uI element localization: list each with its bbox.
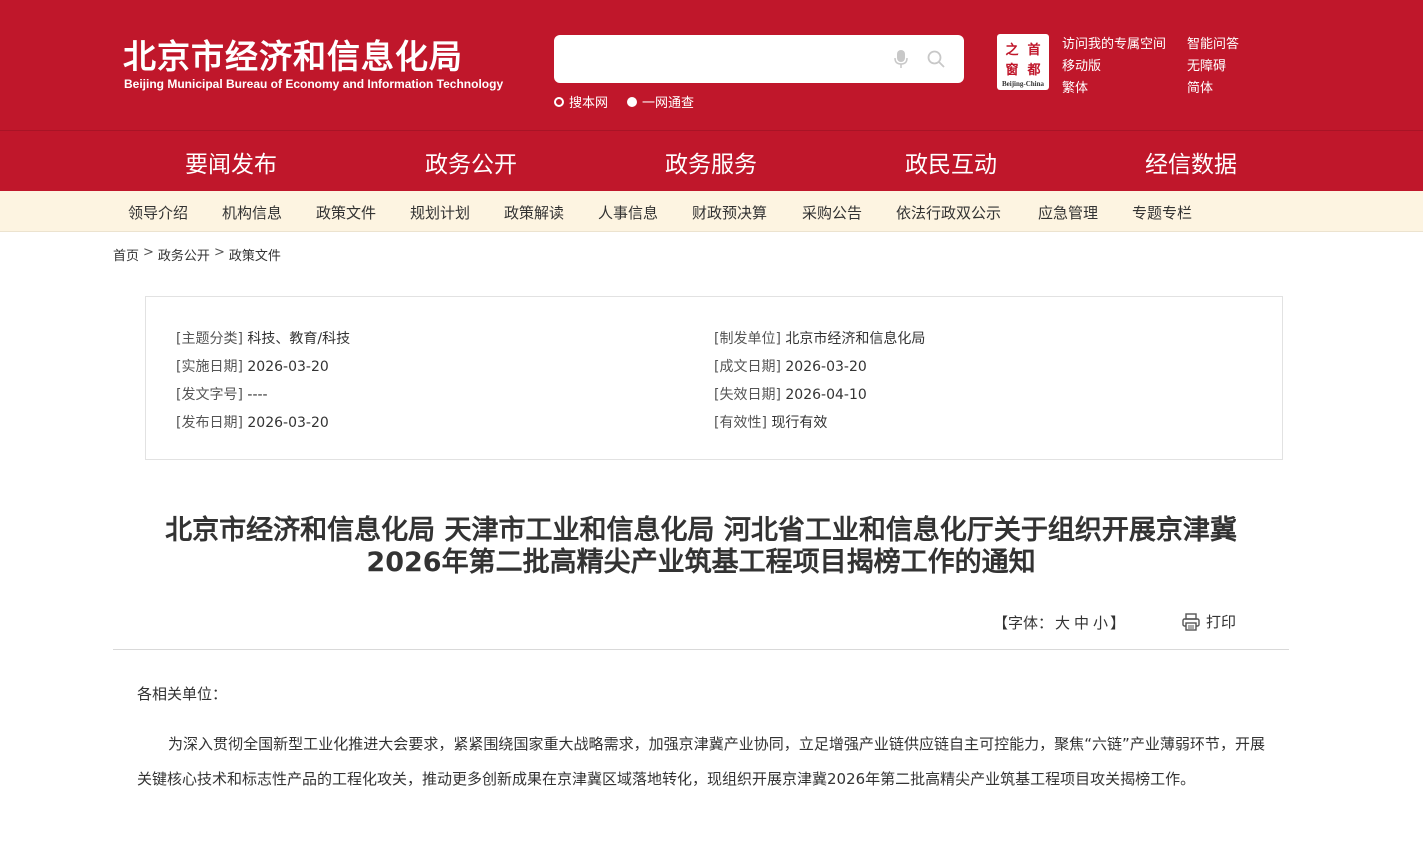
main-nav-services[interactable]: 政务服务 <box>665 145 757 179</box>
meta-value: 现行有效 <box>771 415 828 431</box>
sub-nav-item[interactable]: 应急管理 <box>1038 202 1098 223</box>
sub-nav-item[interactable]: 领导介绍 <box>128 202 188 223</box>
meta-label: [主题分类] <box>176 331 243 347</box>
seal-char: 窗 <box>1005 62 1019 78</box>
my-space-link[interactable]: 访问我的专属空间 <box>1062 33 1166 52</box>
title-divider <box>113 649 1289 650</box>
meta-label: [实施日期] <box>176 359 243 375</box>
breadcrumb: 首页 > 政务公开 > 政策文件 <box>113 245 281 264</box>
sub-nav: 领导介绍 机构信息 政策文件 规划计划 政策解读 人事信息 财政预决算 采购公告… <box>0 191 1423 232</box>
meta-value: 2026-03-20 <box>247 359 329 375</box>
main-nav-data[interactable]: 经信数据 <box>1145 145 1237 179</box>
radio-dot-icon <box>627 96 637 107</box>
sub-nav-item[interactable]: 依法行政双公示 <box>896 202 1001 223</box>
meta-issuer: [制发单位] 北京市经济和信息化局 <box>714 328 925 348</box>
seal-char: 都 <box>1027 62 1041 78</box>
capital-window-logo[interactable]: 之 首 窗 都 Beijing-China <box>997 34 1049 90</box>
smart-qa-link[interactable]: 智能问答 <box>1187 33 1239 52</box>
breadcrumb-home[interactable]: 首页 <box>113 245 139 264</box>
scope-all-network-radio[interactable]: 一网通查 <box>627 92 694 111</box>
traditional-chinese-link[interactable]: 繁体 <box>1062 77 1088 96</box>
font-large-button[interactable]: 大 <box>1055 614 1070 632</box>
sub-nav-item[interactable]: 专题专栏 <box>1132 202 1192 223</box>
breadcrumb-gov-affairs[interactable]: 政务公开 <box>158 245 210 264</box>
font-size-suffix: 】 <box>1110 614 1126 632</box>
simplified-chinese-link[interactable]: 简体 <box>1187 77 1213 96</box>
meta-label: [成文日期] <box>714 359 781 375</box>
scope-this-site-label: 搜本网 <box>569 96 609 111</box>
main-nav: 要闻发布 政务公开 政务服务 政民互动 经信数据 <box>0 130 1423 196</box>
sub-nav-item[interactable]: 政策文件 <box>316 202 376 223</box>
radio-dot-icon <box>554 96 564 107</box>
capital-window-seal: 之 首 窗 都 <box>1001 38 1045 78</box>
document-meta-box: [主题分类] 科技、教育/科技 [制发单位] 北京市经济和信息化局 [实施日期]… <box>145 296 1283 460</box>
sub-nav-item[interactable]: 采购公告 <box>802 202 862 223</box>
capital-window-caption: Beijing-China <box>1001 80 1044 88</box>
sub-nav-item[interactable]: 财政预决算 <box>692 202 767 223</box>
printer-icon <box>1182 612 1200 631</box>
site-logo-title[interactable]: 北京市经济和信息化局 <box>123 30 463 78</box>
font-medium-button[interactable]: 中 <box>1074 614 1089 632</box>
meta-label: [制发单位] <box>714 331 781 347</box>
sub-nav-item[interactable]: 政策解读 <box>504 202 564 223</box>
document-title: 北京市经济和信息化局 天津市工业和信息化局 河北省工业和信息化厅关于组织开展京津… <box>113 515 1289 579</box>
meta-expire-date: [失效日期] 2026-04-10 <box>714 384 867 404</box>
font-size-tool: 【字体：大中小】 <box>993 612 1125 633</box>
search-input[interactable] <box>566 45 876 73</box>
breadcrumb-separator: > <box>213 245 225 260</box>
sub-nav-item[interactable]: 人事信息 <box>598 202 658 223</box>
document-salutation: 各相关单位： <box>137 685 228 703</box>
meta-effective-date: [实施日期] 2026-03-20 <box>176 356 329 376</box>
meta-created-date: [成文日期] 2026-03-20 <box>714 356 867 376</box>
meta-value: 2026-04-10 <box>785 387 867 403</box>
print-label: 打印 <box>1206 613 1237 631</box>
sub-nav-item[interactable]: 机构信息 <box>222 202 282 223</box>
meta-label: [失效日期] <box>714 387 781 403</box>
main-nav-gov-affairs-open[interactable]: 政务公开 <box>423 145 519 196</box>
seal-char: 首 <box>1027 42 1041 58</box>
document-paragraph: 为深入贯彻全国新型工业化推进大会要求，紧紧围绕国家重大战略需求，加强京津冀产业协… <box>137 735 1265 788</box>
meta-value: 2026-03-20 <box>247 415 329 431</box>
scope-this-site-radio[interactable]: 搜本网 <box>554 92 608 111</box>
meta-value: ---- <box>247 387 268 403</box>
font-small-button[interactable]: 小 <box>1093 614 1108 632</box>
meta-label: [发布日期] <box>176 415 243 431</box>
meta-value: 北京市经济和信息化局 <box>785 331 926 347</box>
mobile-version-link[interactable]: 移动版 <box>1062 55 1101 74</box>
site-logo-subtitle: Beijing Municipal Bureau of Economy and … <box>124 77 504 91</box>
sub-nav-item[interactable]: 规划计划 <box>410 202 470 223</box>
site-header: 北京市经济和信息化局 Beijing Municipal Bureau of E… <box>0 0 1423 130</box>
main-nav-news[interactable]: 要闻发布 <box>185 145 277 179</box>
meta-doc-number: [发文字号] ---- <box>176 384 268 404</box>
font-size-prefix: 【字体： <box>993 614 1054 632</box>
meta-topic: [主题分类] 科技、教育/科技 <box>176 328 350 348</box>
breadcrumb-separator: > <box>143 245 154 260</box>
print-button[interactable]: 打印 <box>1181 611 1236 632</box>
meta-label: [发文字号] <box>176 387 243 403</box>
document-title-line: 2026年第二批高精尖产业筑基工程项目揭榜工作的通知 <box>366 547 1036 578</box>
meta-published-date: [发布日期] 2026-03-20 <box>176 412 329 432</box>
meta-label: [有效性] <box>714 415 767 431</box>
meta-value: 2026-03-20 <box>785 359 867 375</box>
meta-validity: [有效性] 现行有效 <box>714 412 827 432</box>
scope-all-network-label: 一网通查 <box>642 96 695 111</box>
breadcrumb-policy-docs[interactable]: 政策文件 <box>229 245 281 264</box>
document-title-line: 北京市经济和信息化局 天津市工业和信息化局 河北省工业和信息化厅关于组织开展京津… <box>165 515 1237 546</box>
microphone-icon[interactable] <box>893 49 909 69</box>
main-nav-interaction[interactable]: 政民互动 <box>905 145 997 179</box>
seal-char: 之 <box>1005 42 1019 58</box>
accessibility-link[interactable]: 无障碍 <box>1187 55 1226 74</box>
search-icon[interactable] <box>927 50 945 68</box>
meta-value: 科技、教育/科技 <box>247 331 351 347</box>
